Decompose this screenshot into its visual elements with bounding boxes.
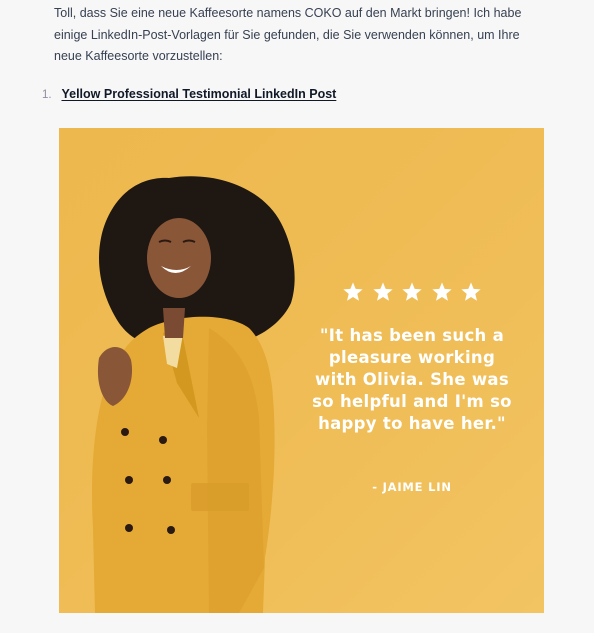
template-link[interactable]: Yellow Professional Testimonial LinkedIn… (61, 87, 336, 101)
intro-text: Toll, dass Sie eine neue Kaffeesorte nam… (54, 6, 522, 63)
star-icon (402, 282, 422, 301)
chat-response: Toll, dass Sie eine neue Kaffeesorte nam… (0, 0, 594, 633)
star-icon (372, 282, 393, 301)
template-preview-image[interactable]: "It has been such a pleasure working wit… (59, 128, 544, 613)
list-number: 1. (42, 89, 52, 101)
testimonial-quote: "It has been such a pleasure working wit… (312, 326, 512, 433)
star-icon (343, 282, 363, 301)
woman-photo (92, 176, 295, 613)
star-icon (431, 282, 452, 301)
star-icon (461, 282, 481, 301)
template-list: 1. Yellow Professional Testimonial Linke… (42, 84, 336, 105)
list-item: 1. Yellow Professional Testimonial Linke… (42, 84, 336, 105)
testimonial-author: - JAIME LIN (372, 480, 452, 494)
rating-stars (342, 281, 482, 303)
